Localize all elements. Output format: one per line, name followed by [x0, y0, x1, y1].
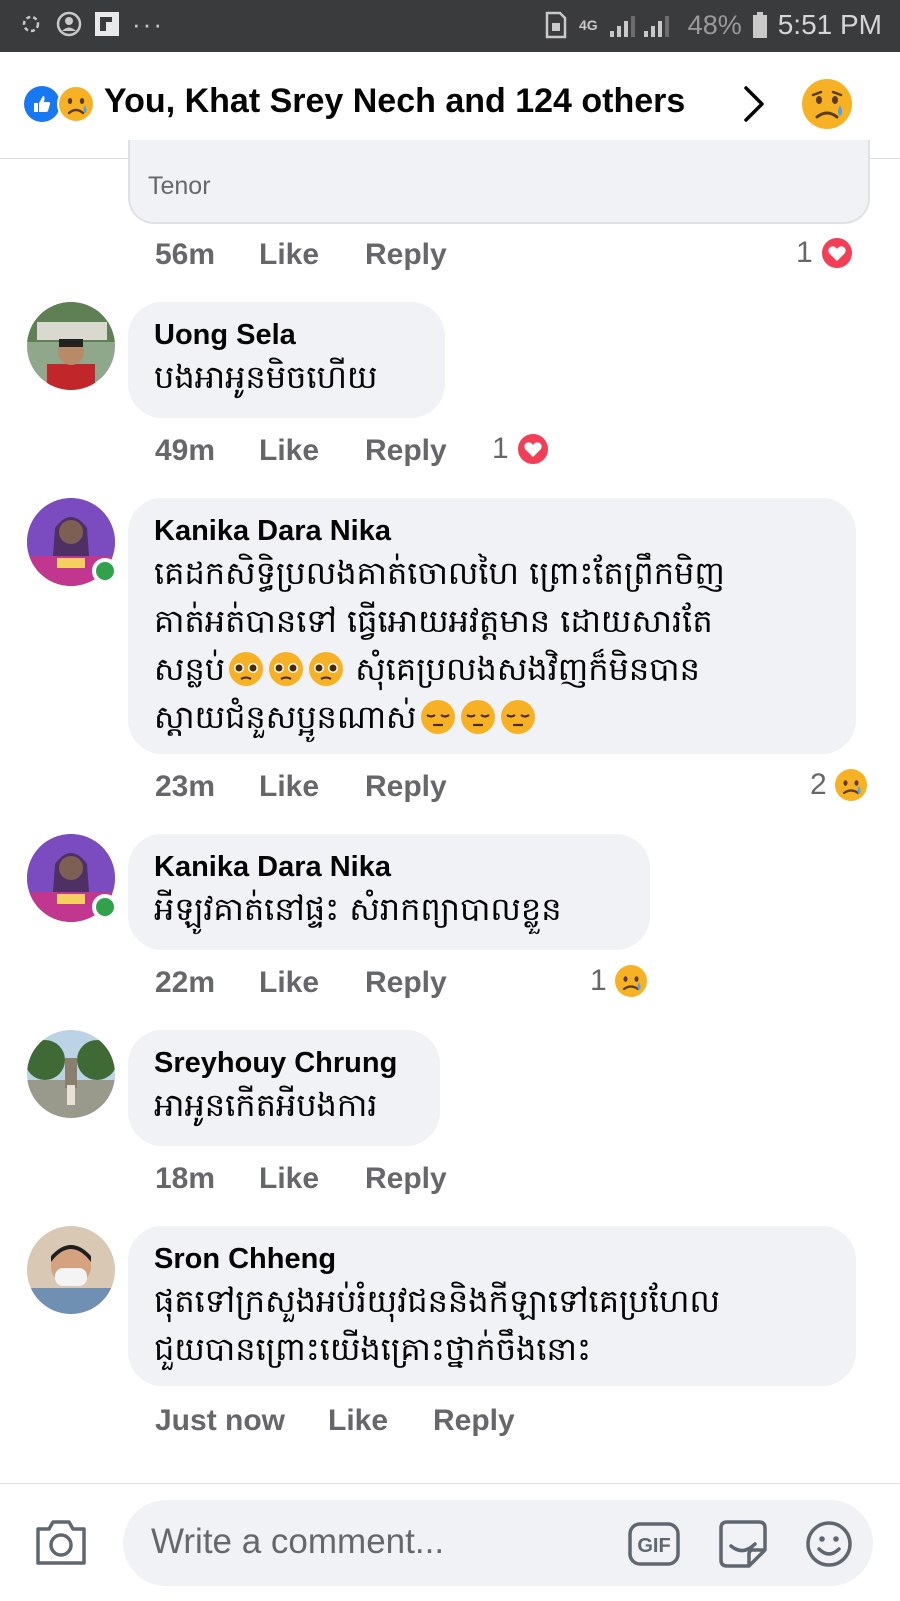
love-reaction-icon — [515, 432, 550, 466]
data-saver-icon — [22, 15, 40, 33]
comment-text-line: សន្លប់ សុំគេប្រលងសងវិញក៏មិនបាន — [154, 645, 830, 693]
account-icon — [56, 11, 82, 37]
sad-reaction-icon — [614, 965, 647, 997]
pleading-face-emoji — [229, 652, 264, 686]
comment-bubble[interactable]: Kanika Dara Nika អីឡូវគាត់នៅផ្ទះ សំរាកព្… — [128, 834, 650, 950]
comment-bubble[interactable]: Uong Sela បងអាអូនមិចហើយ — [128, 302, 445, 418]
battery-percent: 48% — [687, 9, 742, 40]
comment-author[interactable]: Sreyhouy Chrung — [154, 1045, 414, 1081]
gif-icon-label: GIF — [637, 1535, 670, 1557]
avatar[interactable] — [27, 302, 115, 390]
comment-time: 18m — [155, 1162, 216, 1195]
comment-text-line: គាត់អត់បានទៅ ធ្វើអោយអវត្តមាន ដោយសារតែ — [154, 602, 713, 640]
online-status-indicator — [92, 558, 118, 584]
comment-time: Just now — [155, 1404, 286, 1437]
comment-author[interactable]: Kanika Dara Nika — [154, 513, 830, 549]
flipboard-icon — [95, 12, 119, 36]
sim-icon — [545, 11, 567, 39]
reply-button[interactable]: Reply — [433, 1404, 515, 1438]
pleading-face-emoji — [309, 652, 344, 686]
comment-reaction-count[interactable]: 1 — [796, 235, 855, 271]
avatar[interactable] — [27, 1030, 115, 1118]
pensive-face-emoji — [500, 700, 535, 734]
reaction-count: 1 — [492, 432, 509, 465]
more-notifications-icon: ··· — [132, 9, 164, 39]
reaction-count: 1 — [796, 236, 813, 269]
comment-text: បងអាអូនមិចហើយ — [154, 358, 378, 396]
comment-text-fragment: សន្លប់ — [154, 650, 226, 688]
comment-text-line: ផុតទៅក្រសួងអប់រំយុវជននិងកីឡាទៅគេប្រហែល — [154, 1282, 720, 1320]
online-status-indicator — [92, 894, 118, 920]
comment-time: 23m — [155, 770, 216, 803]
comment-author[interactable]: Sron Chheng — [154, 1241, 830, 1277]
pleading-face-emoji — [269, 652, 304, 686]
comment-reaction-count[interactable]: 2 — [810, 767, 869, 803]
reply-button[interactable]: Reply — [365, 770, 447, 804]
love-reaction-icon — [819, 236, 854, 270]
comment-time: 49m — [155, 434, 216, 467]
comment-input-placeholder: Write a comment... — [151, 1522, 445, 1561]
sad-react-button-icon[interactable] — [800, 77, 854, 131]
comment-text-line: ជួយបានព្រោះយើងគ្រោះថ្នាក់ចឹងនោះ — [154, 1330, 592, 1368]
battery-icon — [752, 12, 767, 38]
comment-text: អីឡូវគាត់នៅផ្ទះ សំរាកព្យាបាលខ្លួន — [154, 890, 562, 928]
comment-text-line: ស្តាយជំនួសប្អូនណាស់ — [154, 693, 830, 741]
comment-time: 22m — [155, 966, 216, 999]
comment-text: អាអូនកើតអីបងការ — [154, 1086, 378, 1124]
comment-reaction-count[interactable]: 1 — [492, 431, 551, 467]
sad-reaction-icon — [834, 769, 867, 801]
status-left-icons: ··· — [18, 11, 164, 37]
comment-text-fragment: ស្តាយជំនួសប្អូនណាស់ — [154, 698, 417, 736]
comment-bubble[interactable]: Sron Chheng ផុតទៅក្រសួងអប់រំយុវជននិងកីឡា… — [128, 1226, 856, 1386]
like-reaction-icon — [24, 86, 60, 122]
like-button[interactable]: Like — [259, 1162, 319, 1196]
reaction-count: 1 — [590, 964, 607, 997]
reaction-count: 2 — [810, 768, 827, 801]
comment-input[interactable]: Write a comment... GIF — [123, 1500, 873, 1586]
like-button[interactable]: Like — [259, 238, 319, 272]
tenor-label: Tenor — [148, 172, 211, 200]
like-button[interactable]: Like — [328, 1404, 388, 1438]
comment-text-fragment: សុំគេប្រលងសងវិញក៏មិនបាន — [345, 650, 700, 688]
comment-time: 56m — [155, 238, 216, 271]
chevron-right-icon[interactable] — [742, 85, 766, 123]
sticker-icon[interactable] — [715, 1518, 771, 1570]
gif-icon[interactable]: GIF — [628, 1522, 680, 1566]
reply-button[interactable]: Reply — [365, 1162, 447, 1196]
camera-icon[interactable] — [34, 1517, 88, 1567]
comment-author[interactable]: Kanika Dara Nika — [154, 849, 624, 885]
reply-button[interactable]: Reply — [365, 434, 447, 468]
comment-bubble[interactable]: Sreyhouy Chrung អាអូនកើតអីបងការ — [128, 1030, 440, 1146]
sad-reaction-icon — [57, 85, 95, 123]
comment-author[interactable]: Uong Sela — [154, 317, 419, 353]
clock: 5:51 PM — [777, 9, 882, 40]
signal-icon — [609, 16, 669, 37]
reply-button[interactable]: Reply — [365, 966, 447, 1000]
comment-text-line: គេដកសិទ្ធិប្រលងគាត់ចោលហៃ ព្រោះតែព្រឹកមិញ — [154, 554, 725, 592]
avatar[interactable] — [27, 1226, 115, 1314]
comment-reaction-count[interactable]: 1 — [590, 963, 649, 999]
comment-bubble[interactable]: Kanika Dara Nika គេដកសិទ្ធិប្រលងគាត់ចោលហ… — [128, 498, 856, 754]
status-right-icons: 4G 48% 5:51 PM — [543, 9, 882, 41]
reply-button[interactable]: Reply — [365, 238, 447, 272]
status-bar: ··· 4G 48% 5:51 PM — [0, 0, 900, 52]
network-type: 4G — [578, 17, 598, 33]
pensive-face-emoji — [460, 700, 495, 734]
like-button[interactable]: Like — [259, 770, 319, 804]
emoji-icon[interactable] — [805, 1520, 853, 1568]
like-button[interactable]: Like — [259, 966, 319, 1000]
reactions-summary: You, Khat Srey Nech and 124 others — [104, 82, 686, 120]
like-button[interactable]: Like — [259, 434, 319, 468]
pensive-face-emoji — [420, 700, 455, 734]
gif-attachment-card[interactable]: Tenor — [128, 140, 870, 224]
comment-composer: Write a comment... GIF — [0, 1483, 900, 1601]
